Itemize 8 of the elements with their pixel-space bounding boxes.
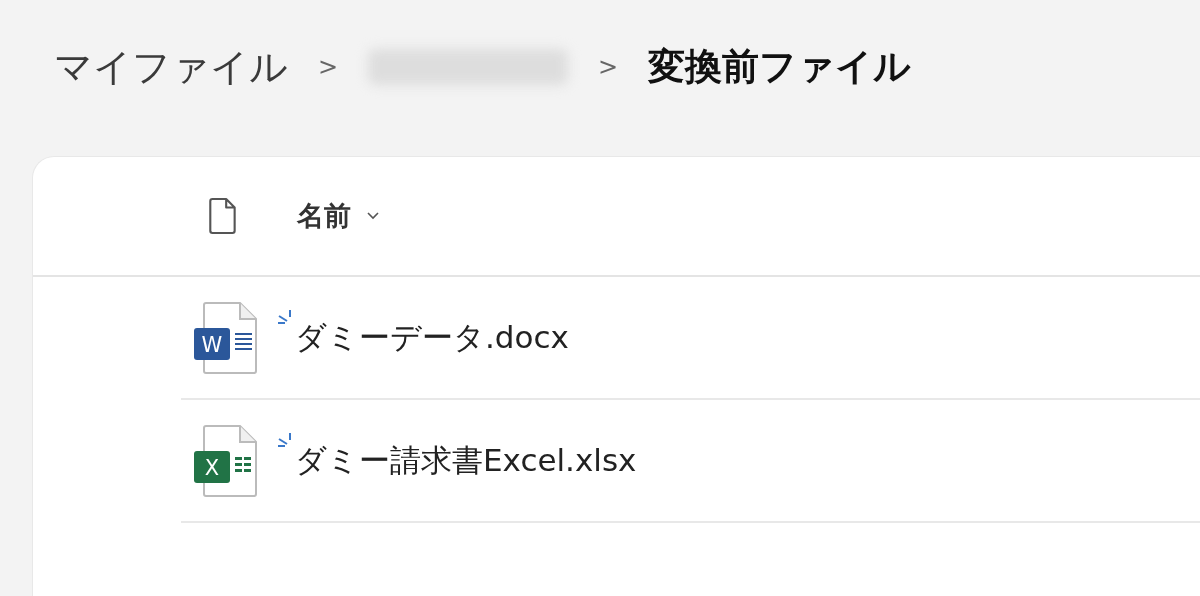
current-folder-title: 変換前ファイル (648, 44, 912, 90)
file-type-icon (209, 198, 237, 234)
chevron-separator: > (598, 53, 619, 81)
file-name-link[interactable]: ダミーデータ.docx (295, 316, 569, 359)
chevron-separator: > (318, 53, 339, 81)
file-name-link[interactable]: ダミー請求書Excel.xlsx (295, 439, 637, 482)
name-column-header[interactable]: 名前 (297, 198, 351, 234)
breadcrumb-link[interactable]: マイファイル (54, 41, 288, 93)
